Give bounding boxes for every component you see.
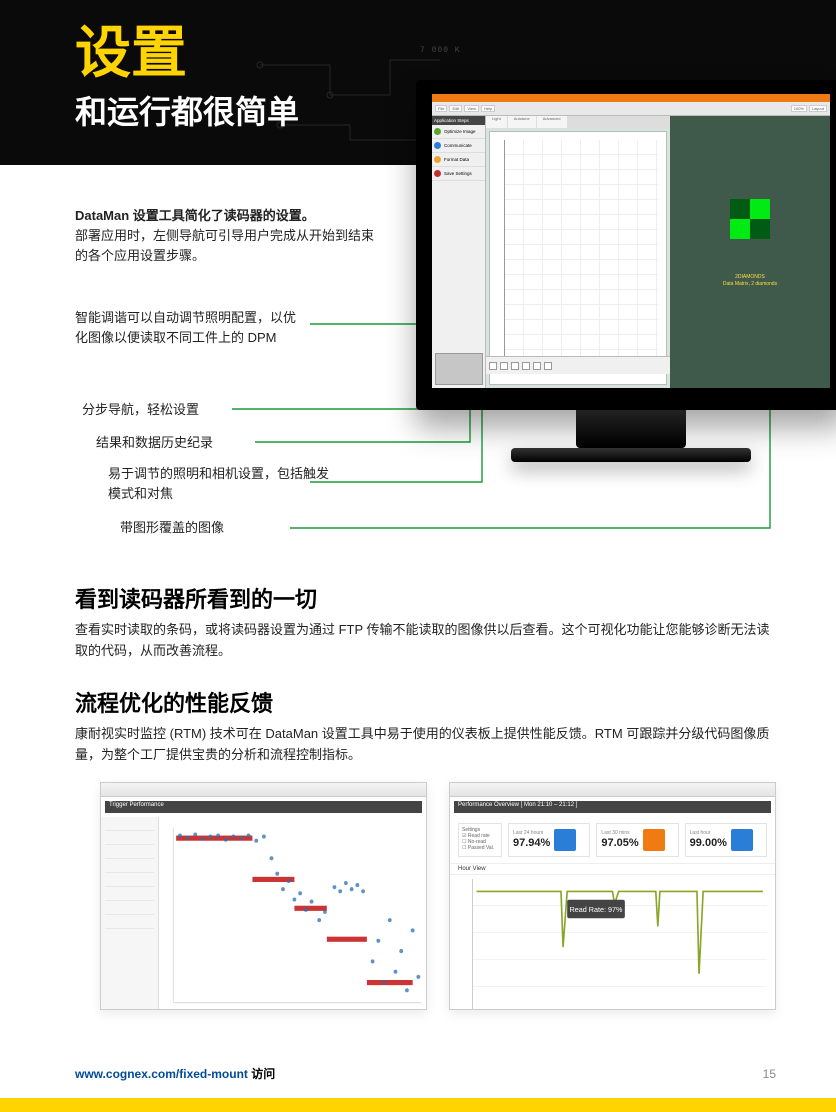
shot2-title: Performance Overview [ Mon 21:10 – 21:12… [454, 801, 771, 813]
monitor-screen: FileEditViewHelp 100%Layout Application … [432, 94, 830, 388]
shot1-scatter-plot [159, 817, 426, 1010]
stopwatch-icon [643, 829, 665, 851]
section-rtm: 流程优化的性能反馈 康耐视实时监控 (RTM) 技术可在 DataMan 设置工… [75, 686, 776, 766]
sidebar-header: Application Steps [432, 116, 485, 125]
shot2-kpi-row: Settings☑ Read rate☐ No-read☐ Passed Val… [450, 817, 775, 863]
camera-preview: 2DIAMONDS Data Matrix, 2 diamonds [670, 116, 830, 388]
datamatrix-icon [730, 199, 770, 239]
app-tabs: LightAutotuneAdvanced [486, 116, 670, 128]
shot1-title: Trigger Performance [105, 801, 422, 813]
tuning-plot [489, 131, 667, 385]
footer-url[interactable]: www.cognex.com/fixed-mount [75, 1067, 248, 1081]
app-titlebar [432, 94, 830, 102]
screenshot-performance-overview: Performance Overview [ Mon 21:10 – 21:12… [449, 782, 776, 1010]
screenshot-row: Trigger Performance [100, 782, 776, 1010]
kpi-card-hour: Last hour99.00% [685, 823, 767, 857]
title-sub: 和运行都很简单 [75, 87, 299, 133]
monitor-stand [576, 410, 686, 448]
page-title-block: 设置 和运行都很简单 [75, 25, 299, 133]
screenshot-trigger-performance: Trigger Performance [100, 782, 427, 1010]
kpi-card-30m: Last 30 mins97.05% [596, 823, 678, 857]
monitor-bezel: FileEditViewHelp 100%Layout Application … [416, 80, 836, 410]
section-rtm-heading: 流程优化的性能反馈 [75, 686, 776, 718]
monitor-illustration: FileEditViewHelp 100%Layout Application … [416, 80, 836, 480]
section-visibility-heading: 看到读码器所看到的一切 [75, 582, 776, 614]
app-statusbar [486, 356, 670, 374]
page-number: 15 [763, 1067, 776, 1081]
shot2-subheader: Hour View [450, 863, 775, 875]
app-sidebar: Application Steps Optimize Image Communi… [432, 116, 486, 388]
section-visibility-body: 查看实时读取的条码，或将读码器设置为通过 FTP 传输不能读取的图像供以后查看。… [75, 620, 776, 662]
footer-accent-bar [0, 1098, 836, 1112]
app-ribbon: FileEditViewHelp 100%Layout [432, 102, 830, 116]
calendar-icon [554, 829, 576, 851]
shot1-sidebar [101, 817, 159, 1010]
title-accent: 设置 [75, 25, 299, 81]
shot2-line-chart: Read Rate: 97% [458, 875, 767, 1010]
kpi-card-24h: Last 24 hours97.94% [508, 823, 590, 857]
sidebar-thumbnail [435, 353, 483, 385]
page-footer: www.cognex.com/fixed-mount 访问 15 [75, 1065, 776, 1082]
tooltip-text: Read Rate: 97% [570, 905, 623, 914]
footer-visit-text: 访问 [251, 1067, 275, 1081]
section-rtm-body: 康耐视实时监控 (RTM) 技术可在 DataMan 设置工具中易于使用的仪表板… [75, 724, 776, 766]
section-visibility: 看到读码器所看到的一切 查看实时读取的条码，或将读码器设置为通过 FTP 传输不… [75, 582, 776, 662]
monitor-base [511, 448, 751, 462]
hourglass-icon [731, 829, 753, 851]
camera-caption-1: 2DIAMONDS [670, 274, 830, 281]
camera-caption-2: Data Matrix, 2 diamonds [670, 281, 830, 288]
